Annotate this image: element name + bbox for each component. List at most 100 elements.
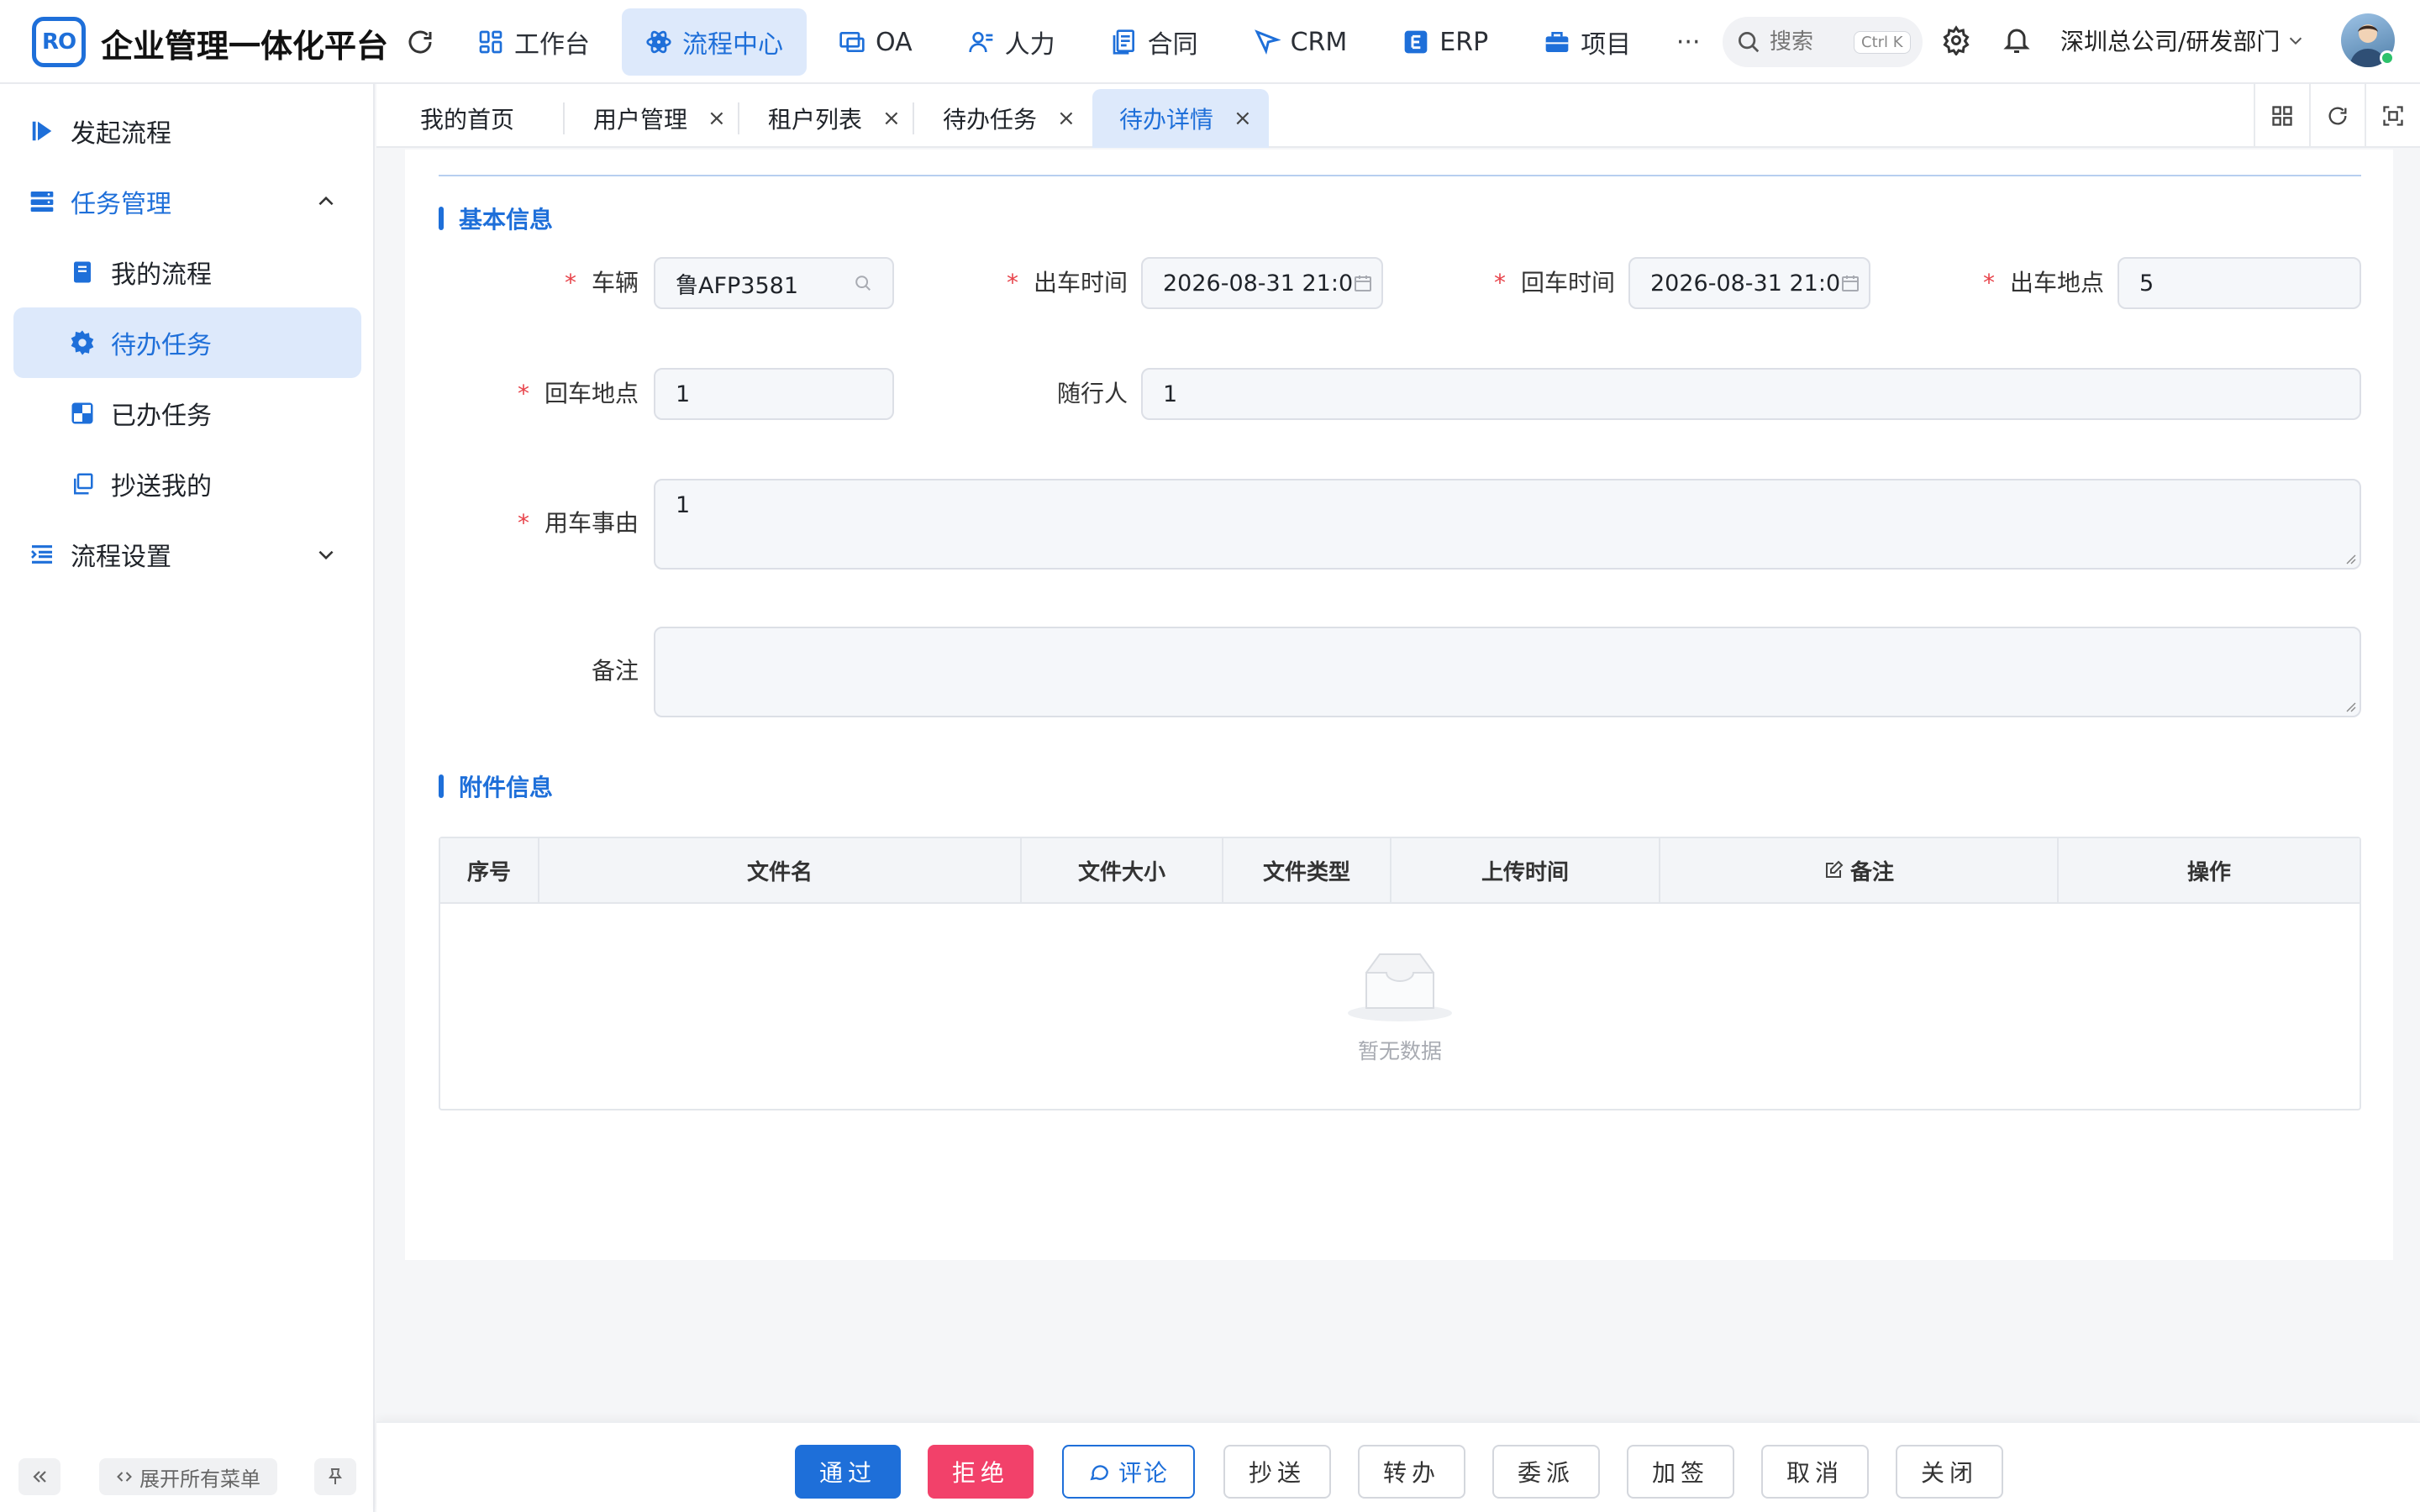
workflow-icon — [645, 29, 672, 55]
resize-handle-icon[interactable] — [2343, 551, 2356, 564]
tab-fullscreen-button[interactable] — [2365, 84, 2420, 148]
table-header-cell: 操作 — [2186, 859, 2231, 885]
depart-time-label: * 出车时间 — [985, 257, 1128, 309]
table-empty-state: 暂无数据 — [440, 904, 2360, 1110]
label-text: 用车事由 — [544, 509, 639, 537]
cc-button[interactable]: 抄送 — [1223, 1445, 1331, 1499]
label-text: 随行人 — [1056, 380, 1128, 407]
return-time-label: * 回车时间 — [1472, 257, 1615, 309]
expand-all-menus-button[interactable]: 展开所有菜单 — [99, 1458, 277, 1495]
sidebar-item-start-process[interactable]: 发起流程 — [13, 96, 361, 166]
close-icon[interactable]: × — [708, 106, 726, 131]
chevron-up-icon — [309, 185, 343, 218]
app-title: 企业管理一体化平台 — [101, 28, 389, 65]
vehicle-select[interactable]: 鲁AFP3581 — [654, 257, 894, 309]
topnav-hr[interactable]: 人力 — [944, 8, 1079, 76]
topnav-workbench[interactable]: 工作台 — [454, 8, 613, 76]
depart-time-picker[interactable]: 2026-08-31 21:0 — [1141, 257, 1383, 309]
table-header: 序号 文件名 文件大小 文件类型 上传时间 备注 操作 — [440, 838, 2360, 904]
topnav-erp[interactable]: ERP — [1379, 8, 1512, 76]
expand-all-label: 展开所有菜单 — [139, 1467, 260, 1491]
more-menu-button[interactable]: ··· — [1663, 8, 1713, 76]
tab-todo-detail[interactable]: 待办详情 × — [1092, 89, 1269, 148]
close-button[interactable]: 关闭 — [1896, 1445, 2003, 1499]
remark-label: 备注 — [514, 645, 639, 697]
sidebar-item-process-settings[interactable]: 流程设置 — [13, 519, 361, 590]
tab-label: 待办详情 — [1119, 106, 1214, 134]
global-search[interactable]: Ctrl K — [1723, 17, 1923, 67]
remark-textarea[interactable] — [654, 627, 2361, 717]
edit-icon — [1823, 860, 1844, 880]
chevron-down-icon — [309, 538, 343, 571]
reject-button[interactable]: 拒绝 — [928, 1445, 1034, 1499]
sidebar-item-todo-tasks[interactable]: 待办任务 — [13, 307, 361, 378]
collapse-sidebar-button[interactable] — [18, 1458, 60, 1495]
server-icon — [25, 185, 59, 218]
depart-place-input[interactable]: 5 — [2118, 257, 2361, 309]
tab-grid-button[interactable] — [2254, 84, 2309, 148]
return-time-picker[interactable]: 2026-08-31 21:0 — [1628, 257, 1870, 309]
card-divider — [439, 175, 2361, 176]
empty-text: 暂无数据 — [1357, 1039, 1442, 1063]
tab-user-management[interactable]: 用户管理 × — [550, 89, 743, 148]
delegate-button[interactable]: 委派 — [1492, 1445, 1600, 1499]
cancel-button[interactable]: 取消 — [1761, 1445, 1869, 1499]
sidebar-item-my-process[interactable]: 我的流程 — [13, 237, 361, 307]
topnav-oa[interactable]: OA — [815, 8, 936, 76]
people-icon — [968, 29, 995, 55]
resize-handle-icon[interactable] — [2343, 699, 2356, 712]
app-logo[interactable]: RO — [32, 17, 86, 67]
crm-icon — [1254, 29, 1281, 55]
topnav-project[interactable]: 项目 — [1520, 8, 1655, 76]
add-sign-button[interactable]: 加签 — [1627, 1445, 1734, 1499]
sidebar-item-cc-to-me[interactable]: 抄送我的 — [13, 449, 361, 519]
label-text: 备注 — [591, 657, 639, 685]
return-place-input[interactable]: 1 — [654, 368, 894, 420]
sidebar-item-label: 发起流程 — [71, 119, 171, 149]
approve-button[interactable]: 通过 — [795, 1445, 901, 1499]
tab-todo-tasks[interactable]: 待办任务 × — [899, 89, 1092, 148]
search-icon[interactable] — [854, 274, 872, 292]
table-header-cell-remark: 备注 — [1660, 838, 2059, 902]
tab-label: 租户列表 — [768, 106, 863, 134]
refresh-icon[interactable] — [405, 27, 435, 57]
topnav-label: CRM — [1290, 27, 1348, 57]
label-text: 回车地点 — [544, 380, 639, 407]
dashboard-icon — [477, 29, 504, 55]
copy-icon — [66, 467, 99, 501]
label-text: 出车时间 — [1033, 269, 1128, 297]
sidebar-item-done-tasks[interactable]: 已办任务 — [13, 378, 361, 449]
org-switcher[interactable]: 深圳总公司/研发部门 — [2060, 24, 2305, 57]
topnav-contract[interactable]: 合同 — [1087, 8, 1222, 76]
topnav-label: OA — [876, 27, 913, 57]
section-attachments: 附件信息 — [439, 769, 553, 803]
tab-tenant-list[interactable]: 租户列表 × — [724, 89, 918, 148]
table-header-cell: 文件类型 — [1223, 838, 1392, 902]
sidebar-item-task-management[interactable]: 任务管理 — [13, 166, 361, 237]
pin-sidebar-button[interactable] — [314, 1458, 356, 1495]
transfer-button[interactable]: 转办 — [1358, 1445, 1465, 1499]
sidebar-item-label: 抄送我的 — [111, 472, 212, 501]
detail-card: 基本信息 * 车辆 鲁AFP3581 * 出车时间 2026-08-31 21:0 … — [405, 150, 2393, 1260]
close-icon[interactable]: × — [1057, 106, 1076, 131]
return-place-label: * 回车地点 — [514, 368, 639, 420]
gear-icon[interactable] — [1941, 25, 1971, 55]
reason-textarea[interactable]: 1 — [654, 479, 2361, 570]
tab-home[interactable]: 我的首页 — [376, 89, 531, 148]
companions-input[interactable]: 1 — [1141, 368, 2361, 420]
comment-button[interactable]: 评论 — [1062, 1445, 1195, 1499]
topnav-workflow-center[interactable]: 流程中心 — [622, 8, 807, 76]
close-icon[interactable]: × — [882, 106, 901, 131]
org-label: 深圳总公司/研发部门 — [2060, 28, 2281, 55]
online-status-dot — [2380, 50, 2395, 66]
close-icon[interactable]: × — [1234, 106, 1252, 131]
checkerboard-icon — [66, 396, 99, 430]
search-input[interactable] — [1770, 29, 1854, 55]
header-label: 备注 — [1849, 859, 1894, 885]
topnav-crm[interactable]: CRM — [1230, 8, 1371, 76]
briefcase-icon — [1544, 29, 1570, 55]
bell-icon[interactable] — [2002, 25, 2032, 55]
tab-refresh-button[interactable] — [2309, 84, 2365, 148]
topnav-label: 合同 — [1147, 30, 1198, 60]
depart-time-value: 2026-08-31 21:0 — [1163, 270, 1354, 297]
